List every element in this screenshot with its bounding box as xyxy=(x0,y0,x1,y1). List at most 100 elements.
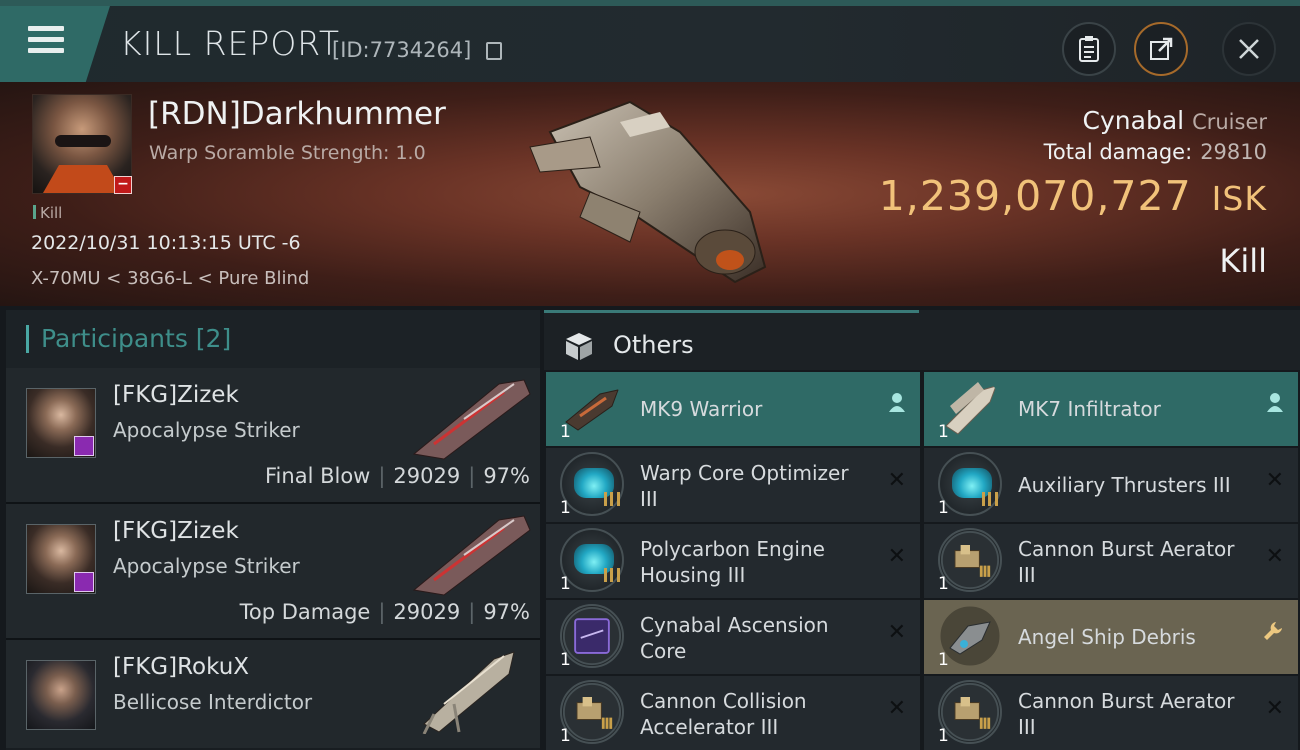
participants-panel: Participants [2] [FKG]Zizek Apocalypse S… xyxy=(6,310,540,750)
item-label: Polycarbon Engine Housing III xyxy=(640,537,825,587)
corp-badge-icon xyxy=(74,572,94,592)
item-quantity: 1 xyxy=(938,422,949,442)
participants-header: Participants [2] xyxy=(6,310,540,368)
item-quantity: 1 xyxy=(560,574,571,594)
participant-name: [FKG]RokuX xyxy=(113,654,250,680)
person-icon[interactable] xyxy=(888,392,906,412)
participant-row[interactable]: [FKG]RokuX Bellicose Interdictor xyxy=(6,640,540,748)
module-item[interactable]: 1 Warp Core Optimizer III ✕ xyxy=(546,448,920,522)
drone-item[interactable]: 1 MK7 Infiltrator xyxy=(924,372,1298,446)
participant-name: [FKG]Zizek xyxy=(113,382,239,408)
item-quantity: 1 xyxy=(938,498,949,518)
others-header: Others xyxy=(544,310,1300,370)
participant-ship-image xyxy=(422,651,515,734)
participant-name: [FKG]Zizek xyxy=(113,518,239,544)
close-icon[interactable]: ✕ xyxy=(888,468,906,493)
clipboard-icon xyxy=(1079,36,1099,62)
report-id: [ID:7734264] xyxy=(332,38,472,62)
victim-subtitle: Warp Soramble Strength: 1.0 xyxy=(149,142,426,164)
item-quantity: 1 xyxy=(938,726,949,746)
clipboard-button[interactable] xyxy=(1062,22,1116,76)
module-item[interactable]: 1 Auxiliary Thrusters III ✕ xyxy=(924,448,1298,522)
close-icon[interactable]: ✕ xyxy=(888,696,906,721)
minus-badge-icon: − xyxy=(114,176,132,194)
item-label: MK7 Infiltrator xyxy=(1018,397,1161,421)
total-damage-value: 29810 xyxy=(1200,140,1267,164)
module-item[interactable]: 1 Cannon Burst Aerator III ✕ xyxy=(924,524,1298,598)
close-icon[interactable]: ✕ xyxy=(888,620,906,645)
isk-value: 1,239,070,727 ISK xyxy=(879,172,1267,220)
isk-unit: ISK xyxy=(1211,179,1267,218)
share-button[interactable] xyxy=(1134,22,1188,76)
item-quantity: 1 xyxy=(560,498,571,518)
top-bar: KILL REPORT [ID:7734264] xyxy=(0,0,1300,82)
victim-ship-image[interactable] xyxy=(520,92,780,292)
cube-icon xyxy=(566,333,592,360)
item-label: Cynabal Ascension Core xyxy=(640,613,829,663)
module-item[interactable]: 1 Cannon Collision Accelerator III ✕ xyxy=(546,676,920,750)
isk-amount: 1,239,070,727 xyxy=(878,172,1192,220)
participant-role: Final Blow xyxy=(265,464,371,488)
participant-percent: 97% xyxy=(483,464,530,488)
participant-row[interactable]: [FKG]Zizek Apocalypse Striker Final Blow… xyxy=(6,368,540,504)
others-title: Others xyxy=(613,331,694,359)
item-quantity: 1 xyxy=(560,650,571,670)
module-item[interactable]: 1 Cynabal Ascension Core ✕ xyxy=(546,600,920,674)
participant-ship-image xyxy=(412,379,531,460)
item-label: Cannon Burst Aerator III xyxy=(1018,689,1235,739)
item-quantity: 1 xyxy=(560,422,571,442)
copy-icon[interactable] xyxy=(486,42,502,60)
item-quantity: 1 xyxy=(560,726,571,746)
close-icon xyxy=(1239,39,1259,59)
close-icon[interactable]: ✕ xyxy=(1266,468,1284,493)
victim-ship: Cynabal Cruiser xyxy=(1083,106,1267,135)
participant-role: Top Damage xyxy=(239,600,371,624)
participants-title: Participants [2] xyxy=(41,324,232,353)
item-label: Angel Ship Debris xyxy=(1018,625,1196,649)
item-label: Cannon Collision Accelerator III xyxy=(640,689,807,739)
module-item[interactable]: 1 Cannon Burst Aerator III ✕ xyxy=(924,676,1298,750)
drone-item[interactable]: 1 MK9 Warrior xyxy=(546,372,920,446)
total-damage-label: Total damage: xyxy=(1043,140,1193,164)
item-label: MK9 Warrior xyxy=(640,397,763,421)
participant-ship: Bellicose Interdictor xyxy=(113,690,313,714)
item-label: Warp Core Optimizer III xyxy=(640,461,849,511)
kill-result: Kill xyxy=(1219,242,1267,280)
others-grid: 1 MK9 Warrior 1 MK7 Infiltrator 1 Warp C… xyxy=(544,370,1300,750)
participant-damage: 29029 xyxy=(393,600,461,624)
close-icon[interactable]: ✕ xyxy=(1266,544,1284,569)
victim-name[interactable]: [RDN]Darkhummer xyxy=(148,96,446,132)
close-icon[interactable]: ✕ xyxy=(1266,696,1284,721)
person-icon[interactable] xyxy=(1266,392,1284,412)
victim-ship-name[interactable]: Cynabal xyxy=(1083,106,1185,135)
item-label: Cannon Burst Aerator III xyxy=(1018,537,1235,587)
debris-item[interactable]: 1 Angel Ship Debris xyxy=(924,600,1298,674)
kill-datetime: 2022/10/31 10:13:15 UTC -6 xyxy=(31,232,301,254)
participant-avatar[interactable] xyxy=(26,660,96,730)
total-damage: Total damage: 29810 xyxy=(1044,140,1267,164)
participant-percent: 97% xyxy=(483,600,530,624)
kill-location[interactable]: X-70MU < 38G6-L < Pure Blind xyxy=(31,268,309,289)
participant-row[interactable]: [FKG]Zizek Apocalypse Striker Top Damage… xyxy=(6,504,540,640)
participant-ship: Apocalypse Striker xyxy=(113,554,300,578)
victim-banner: − [RDN]Darkhummer Warp Soramble Strength… xyxy=(0,82,1300,306)
corp-badge-icon xyxy=(74,436,94,456)
participant-ship-image xyxy=(412,515,531,596)
item-quantity: 1 xyxy=(938,650,949,670)
participant-ship: Apocalypse Striker xyxy=(113,418,300,442)
menu-button[interactable] xyxy=(0,6,110,82)
victim-ship-class: Cruiser xyxy=(1192,110,1267,134)
menu-icon xyxy=(28,26,64,56)
close-button[interactable] xyxy=(1222,22,1276,76)
page-title: KILL REPORT xyxy=(120,24,340,63)
module-item[interactable]: 1 Polycarbon Engine Housing III ✕ xyxy=(546,524,920,598)
close-icon[interactable]: ✕ xyxy=(888,544,906,569)
participant-stats: Final Blow | 29029 | 97% xyxy=(265,464,530,488)
share-icon xyxy=(1150,37,1173,60)
item-label: Auxiliary Thrusters III xyxy=(1018,473,1231,497)
participant-damage: 29029 xyxy=(393,464,461,488)
kill-tag: Kill xyxy=(33,204,62,222)
item-quantity: 1 xyxy=(938,574,949,594)
wrench-icon[interactable] xyxy=(1262,620,1284,642)
kill-tag-label: Kill xyxy=(40,204,63,222)
